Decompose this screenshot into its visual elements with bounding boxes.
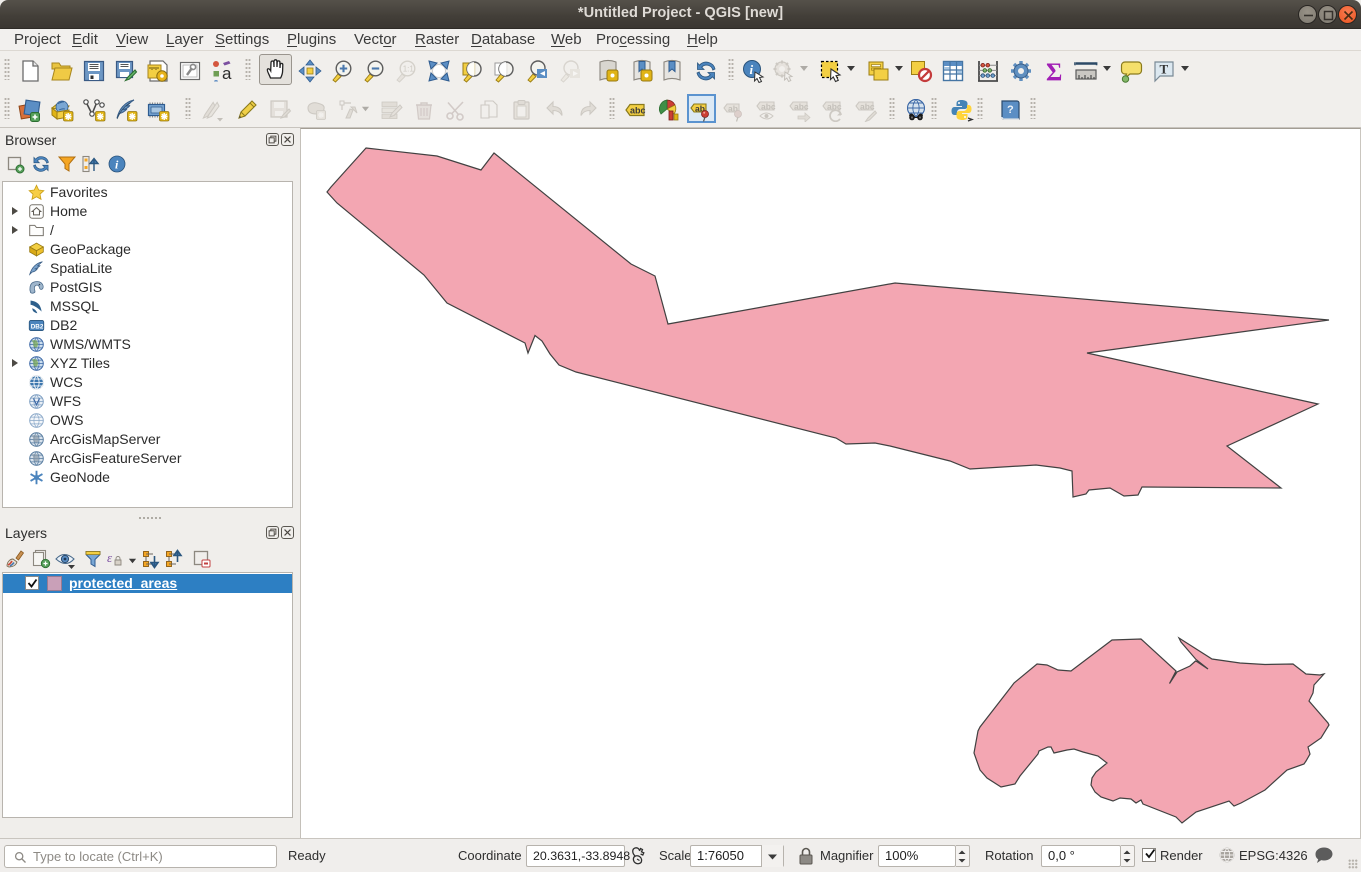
svg-text:a: a xyxy=(222,64,232,83)
svg-text:Σ: Σ xyxy=(1046,59,1062,83)
svg-text:T: T xyxy=(1160,62,1169,77)
svg-text:DB2: DB2 xyxy=(31,323,44,330)
svg-text:ε: ε xyxy=(107,550,113,565)
svg-text:i: i xyxy=(750,62,754,77)
svg-text:abc: abc xyxy=(794,102,809,112)
svg-text:abc: abc xyxy=(860,102,875,112)
svg-text:1:1: 1:1 xyxy=(403,65,415,74)
svg-text:?: ? xyxy=(1007,104,1014,116)
svg-text:abc: abc xyxy=(761,102,776,112)
svg-text:abc: abc xyxy=(630,106,646,116)
